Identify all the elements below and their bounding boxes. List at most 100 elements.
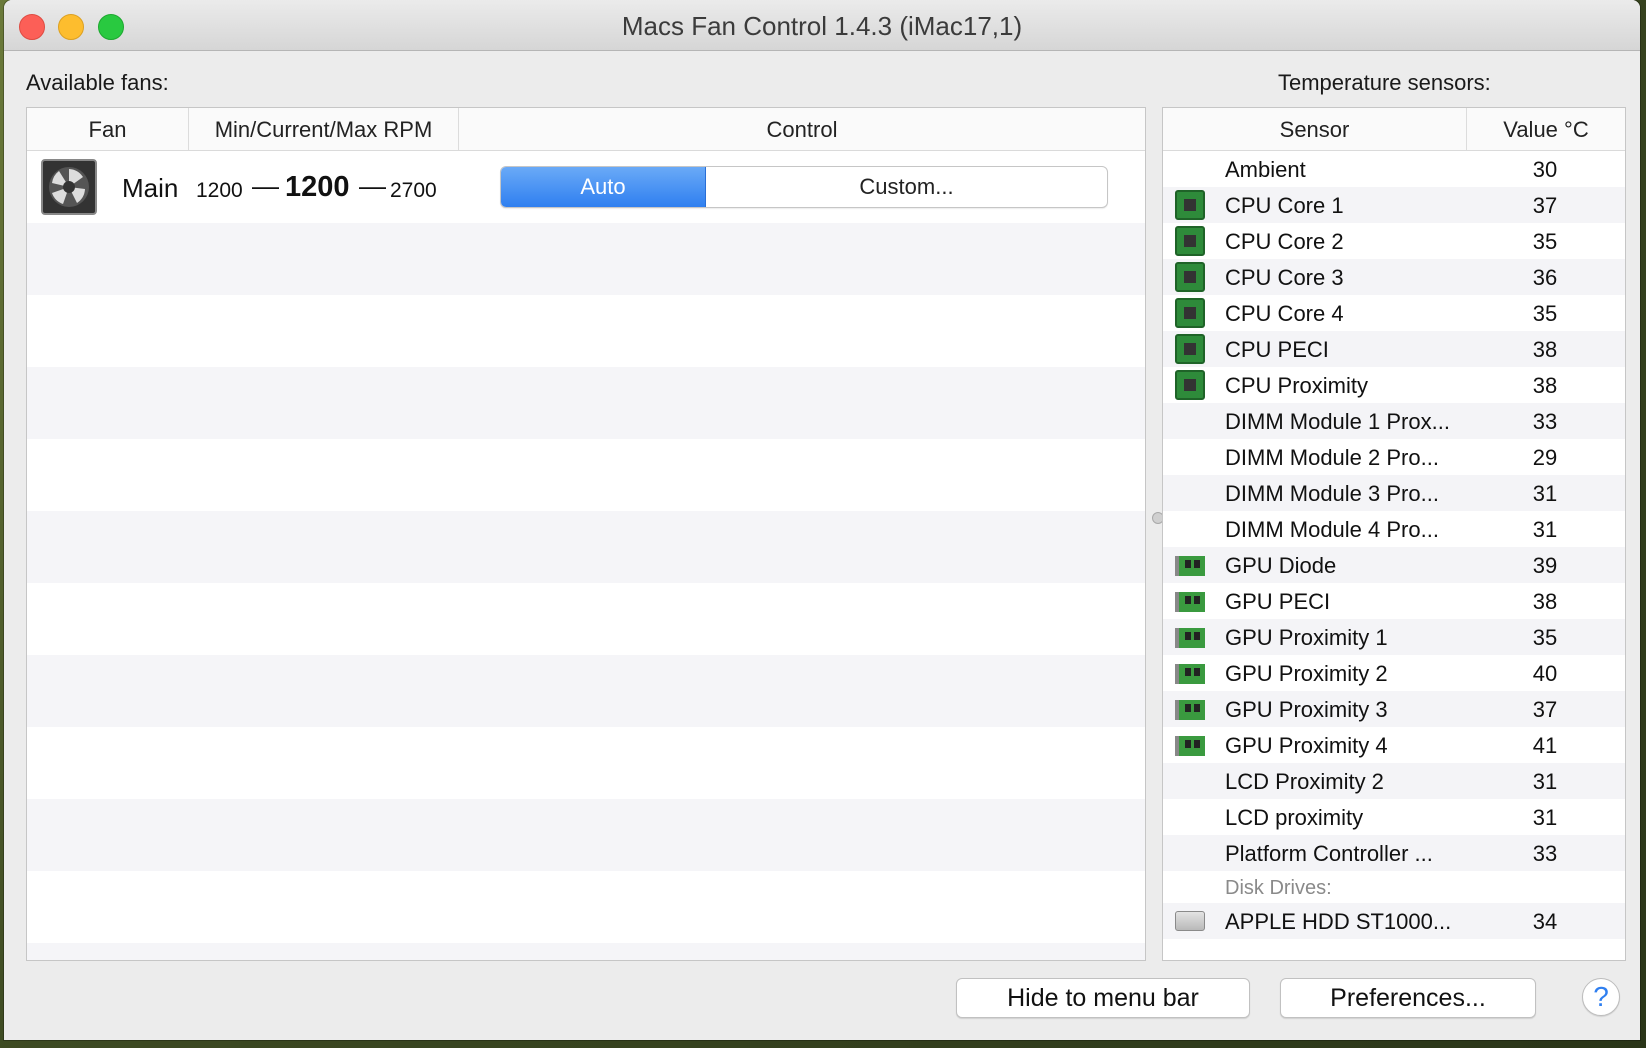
sensor-value: 41	[1532, 733, 1558, 758]
sensor-value: 38	[1532, 373, 1558, 398]
sensor-name: CPU Core 1	[1225, 193, 1344, 218]
table-row[interactable]: DIMM Module 1 Prox... 33	[1163, 403, 1625, 439]
sensor-value: 31	[1532, 481, 1558, 506]
sensor-name: Ambient	[1225, 157, 1306, 182]
sensor-value: 37	[1532, 697, 1558, 722]
table-row[interactable]: CPU Core 3 36	[1163, 259, 1625, 295]
title-bar: Macs Fan Control 1.4.3 (iMac17,1)	[4, 0, 1640, 51]
column-header-value[interactable]: Value °C	[1467, 108, 1625, 150]
sensor-name: GPU PECI	[1225, 589, 1331, 614]
empty-table-row	[27, 223, 1145, 295]
empty-table-row	[27, 727, 1145, 799]
available-fans-label: Available fans:	[26, 70, 169, 95]
empty-table-row	[27, 439, 1145, 511]
preferences-button[interactable]: Preferences...	[1280, 978, 1536, 1018]
gpu-card-icon	[1175, 628, 1205, 648]
rpm-separator: —	[252, 171, 279, 201]
sensor-value: 40	[1532, 661, 1558, 686]
rpm-min: 1200	[196, 179, 243, 202]
sensor-name: GPU Proximity 4	[1225, 733, 1388, 758]
hide-to-menu-bar-button[interactable]: Hide to menu bar	[956, 978, 1250, 1018]
table-row[interactable]: GPU Proximity 3 37	[1163, 691, 1625, 727]
sensor-name: Platform Controller ...	[1225, 841, 1433, 866]
fan-icon	[41, 159, 97, 215]
sensor-value: 31	[1532, 769, 1558, 794]
sensor-name: CPU Core 4	[1225, 301, 1344, 326]
table-row[interactable]: DIMM Module 3 Pro... 31	[1163, 475, 1625, 511]
sensor-value: 37	[1532, 193, 1558, 218]
gpu-card-icon	[1175, 556, 1205, 576]
column-header-sensor[interactable]: Sensor	[1163, 108, 1467, 150]
window-title: Macs Fan Control 1.4.3 (iMac17,1)	[621, 11, 1023, 41]
table-row[interactable]: CPU Core 2 35	[1163, 223, 1625, 259]
column-header-fan[interactable]: Fan	[27, 108, 189, 150]
empty-table-row	[27, 943, 1145, 960]
sensor-name: CPU Core 3	[1225, 265, 1344, 290]
sensor-value: 35	[1532, 229, 1558, 254]
table-row[interactable]: GPU Proximity 2 40	[1163, 655, 1625, 691]
table-row[interactable]: Platform Controller ... 33	[1163, 835, 1625, 871]
temperature-sensors-label: Temperature sensors:	[1278, 70, 1491, 95]
sensor-name: GPU Proximity 2	[1225, 661, 1388, 686]
cpu-chip-icon	[1175, 190, 1205, 220]
table-row[interactable]: CPU Core 4 35	[1163, 295, 1625, 331]
gpu-card-icon	[1175, 736, 1205, 756]
table-row[interactable]: LCD proximity 31	[1163, 799, 1625, 835]
table-row[interactable]: CPU Core 1 37	[1163, 187, 1625, 223]
table-row[interactable]: DIMM Module 4 Pro... 31	[1163, 511, 1625, 547]
table-row[interactable]: GPU PECI 38	[1163, 583, 1625, 619]
empty-table-row	[27, 799, 1145, 871]
auto-button[interactable]: Auto	[501, 167, 706, 207]
sensor-name: GPU Proximity 3	[1225, 697, 1388, 722]
sensor-name: CPU Proximity	[1225, 373, 1369, 398]
sensor-name: LCD Proximity 2	[1225, 769, 1384, 794]
fans-table[interactable]: Fan Min/Current/Max RPM Control Main 120…	[26, 107, 1146, 961]
gpu-card-icon	[1175, 664, 1205, 684]
gpu-card-icon	[1175, 592, 1205, 612]
column-header-control[interactable]: Control	[459, 108, 1145, 150]
column-header-rpm[interactable]: Min/Current/Max RPM	[189, 108, 459, 150]
rpm-current: 1200	[285, 171, 350, 203]
sensor-value: 38	[1532, 589, 1558, 614]
help-button[interactable]: ?	[1582, 978, 1620, 1016]
sensor-name: GPU Proximity 1	[1225, 625, 1388, 650]
sensor-name: DIMM Module 1 Prox...	[1225, 409, 1450, 434]
empty-table-row	[27, 511, 1145, 583]
sensor-value: 35	[1532, 301, 1558, 326]
table-row[interactable]: Ambient 30	[1163, 151, 1625, 187]
table-row[interactable]: LCD Proximity 2 31	[1163, 763, 1625, 799]
table-row[interactable]: DIMM Module 2 Pro... 29	[1163, 439, 1625, 475]
rpm-max: 2700	[390, 179, 437, 202]
cpu-chip-icon	[1175, 334, 1205, 364]
empty-table-row	[27, 367, 1145, 439]
table-row[interactable]: GPU Proximity 4 41	[1163, 727, 1625, 763]
hard-drive-icon	[1175, 911, 1205, 931]
table-row[interactable]: CPU Proximity 38	[1163, 367, 1625, 403]
sensor-name: LCD proximity	[1225, 805, 1364, 830]
sensor-value: 31	[1532, 517, 1558, 542]
table-row[interactable]: APPLE HDD ST1000... 34	[1163, 903, 1625, 939]
empty-table-row	[27, 295, 1145, 367]
table-row[interactable]: GPU Diode 39	[1163, 547, 1625, 583]
table-row[interactable]: Main 1200 — 1200 — 2700 Auto Custom...	[27, 151, 1145, 223]
table-row[interactable]: CPU PECI 38	[1163, 331, 1625, 367]
sensor-name: DIMM Module 4 Pro...	[1225, 517, 1439, 542]
custom-button[interactable]: Custom...	[706, 167, 1107, 207]
cpu-chip-icon	[1175, 370, 1205, 400]
sensors-table[interactable]: Sensor Value °C Ambient 30 CPU Core 1 37 CPU…	[1162, 107, 1626, 961]
sensor-value: 36	[1532, 265, 1558, 290]
sensor-value: 29	[1532, 445, 1558, 470]
sensor-name: DIMM Module 2 Pro...	[1225, 445, 1439, 470]
sensor-value: 38	[1532, 337, 1558, 362]
sensor-value: 30	[1532, 157, 1558, 182]
sensor-name: DIMM Module 3 Pro...	[1225, 481, 1439, 506]
sensor-name: CPU PECI	[1225, 337, 1329, 362]
sensor-value: 34	[1532, 909, 1558, 934]
fan-name: Main	[122, 173, 179, 203]
sensor-name: APPLE HDD ST1000...	[1225, 909, 1452, 934]
table-row[interactable]: GPU Proximity 1 35	[1163, 619, 1625, 655]
sensor-name: GPU Diode	[1225, 553, 1337, 578]
fan-control-segmented: Auto Custom...	[500, 166, 1108, 208]
sensor-name: CPU Core 2	[1225, 229, 1344, 254]
empty-table-row	[27, 583, 1145, 655]
